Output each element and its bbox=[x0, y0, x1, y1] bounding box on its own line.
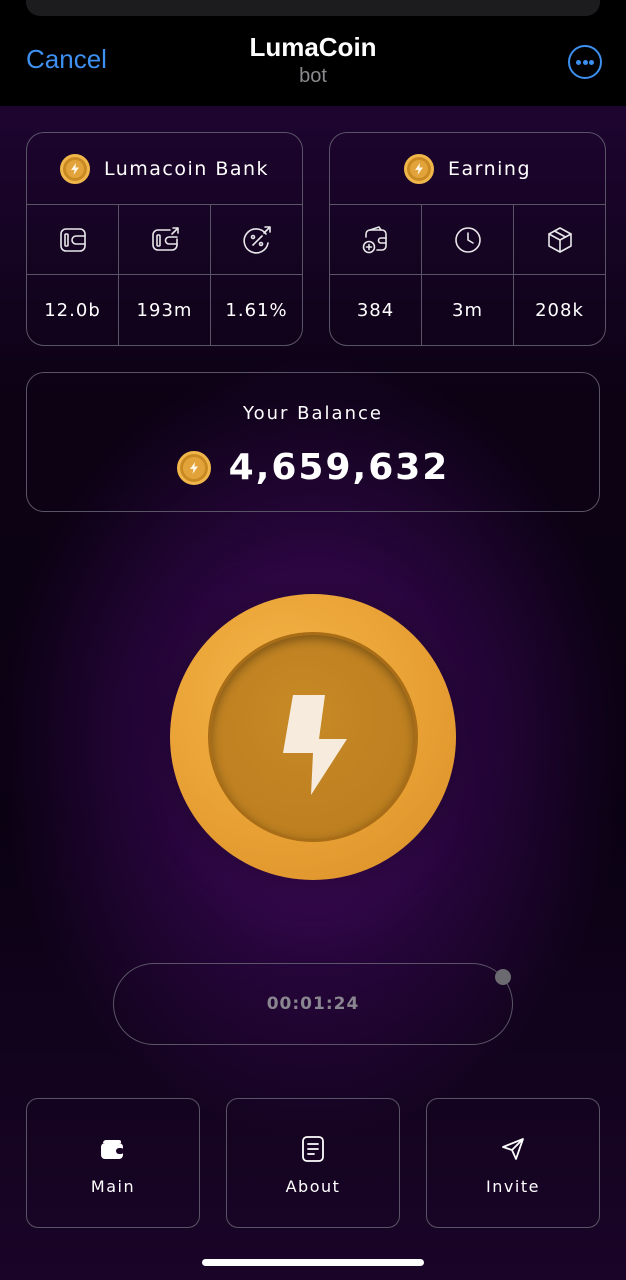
earning-values-row: 384 3m 208k bbox=[330, 275, 605, 345]
bank-title: Lumacoin Bank bbox=[103, 157, 270, 180]
percent-icon bbox=[211, 205, 302, 274]
nav-about-button[interactable]: About bbox=[226, 1098, 400, 1228]
lightning-icon bbox=[283, 695, 347, 795]
card-transfer-icon bbox=[119, 205, 211, 274]
bank-value-rate: 1.61% bbox=[225, 299, 288, 321]
send-icon bbox=[427, 1135, 599, 1163]
coin-icon bbox=[176, 450, 211, 485]
document-icon bbox=[227, 1135, 399, 1163]
title-block: LumaCoin bot bbox=[0, 32, 626, 88]
header-bar: Cancel LumaCoin bot bbox=[0, 0, 626, 106]
clock-icon bbox=[422, 205, 514, 274]
bank-icons-row bbox=[27, 205, 302, 275]
timer-progress-dot bbox=[495, 969, 511, 985]
balance-card: Your Balance 4,659,632 bbox=[26, 372, 600, 512]
nav-invite-label: Invite bbox=[486, 1177, 540, 1196]
app-title: LumaCoin bbox=[249, 32, 377, 62]
app-subtitle: bot bbox=[299, 65, 327, 87]
wallet-icon bbox=[27, 205, 119, 274]
bank-value-total: 12.0b bbox=[44, 299, 101, 321]
bank-value-transferred: 193m bbox=[136, 299, 193, 321]
earning-panel: Earning 384 3m 208k bbox=[329, 132, 606, 346]
coin-icon bbox=[59, 153, 90, 184]
sheet-handle bbox=[26, 0, 600, 16]
earning-value-3: 208k bbox=[535, 299, 584, 321]
wallet-icon bbox=[27, 1135, 199, 1163]
coin-inner bbox=[208, 632, 418, 842]
timer-value: 00:01:24 bbox=[266, 994, 360, 1014]
earning-value-1: 384 bbox=[356, 299, 395, 321]
balance-value: 4,659,632 bbox=[228, 447, 450, 488]
nav-invite-button[interactable]: Invite bbox=[426, 1098, 600, 1228]
bank-values-row: 12.0b 193m 1.61% bbox=[27, 275, 302, 345]
cooldown-timer: 00:01:24 bbox=[113, 963, 513, 1045]
earning-title: Earning bbox=[447, 157, 532, 180]
box-icon bbox=[514, 205, 605, 274]
nav-main-label: Main bbox=[90, 1177, 136, 1196]
earning-icons-row bbox=[330, 205, 605, 275]
main-content: Lumacoin Bank 12.0b 193m 1.61% Earning 3… bbox=[0, 106, 626, 1280]
earning-panel-header: Earning bbox=[330, 133, 605, 205]
bank-panel: Lumacoin Bank 12.0b 193m 1.61% bbox=[26, 132, 303, 346]
nav-about-label: About bbox=[285, 1177, 341, 1196]
home-indicator bbox=[202, 1259, 424, 1266]
bank-panel-header: Lumacoin Bank bbox=[27, 133, 302, 205]
earning-value-2: 3m bbox=[452, 299, 483, 321]
balance-label: Your Balance bbox=[243, 403, 383, 424]
coin-icon bbox=[403, 153, 434, 184]
more-icon[interactable] bbox=[568, 45, 602, 79]
wallet-add-icon bbox=[330, 205, 422, 274]
tap-coin-button[interactable] bbox=[170, 594, 456, 880]
nav-main-button[interactable]: Main bbox=[26, 1098, 200, 1228]
